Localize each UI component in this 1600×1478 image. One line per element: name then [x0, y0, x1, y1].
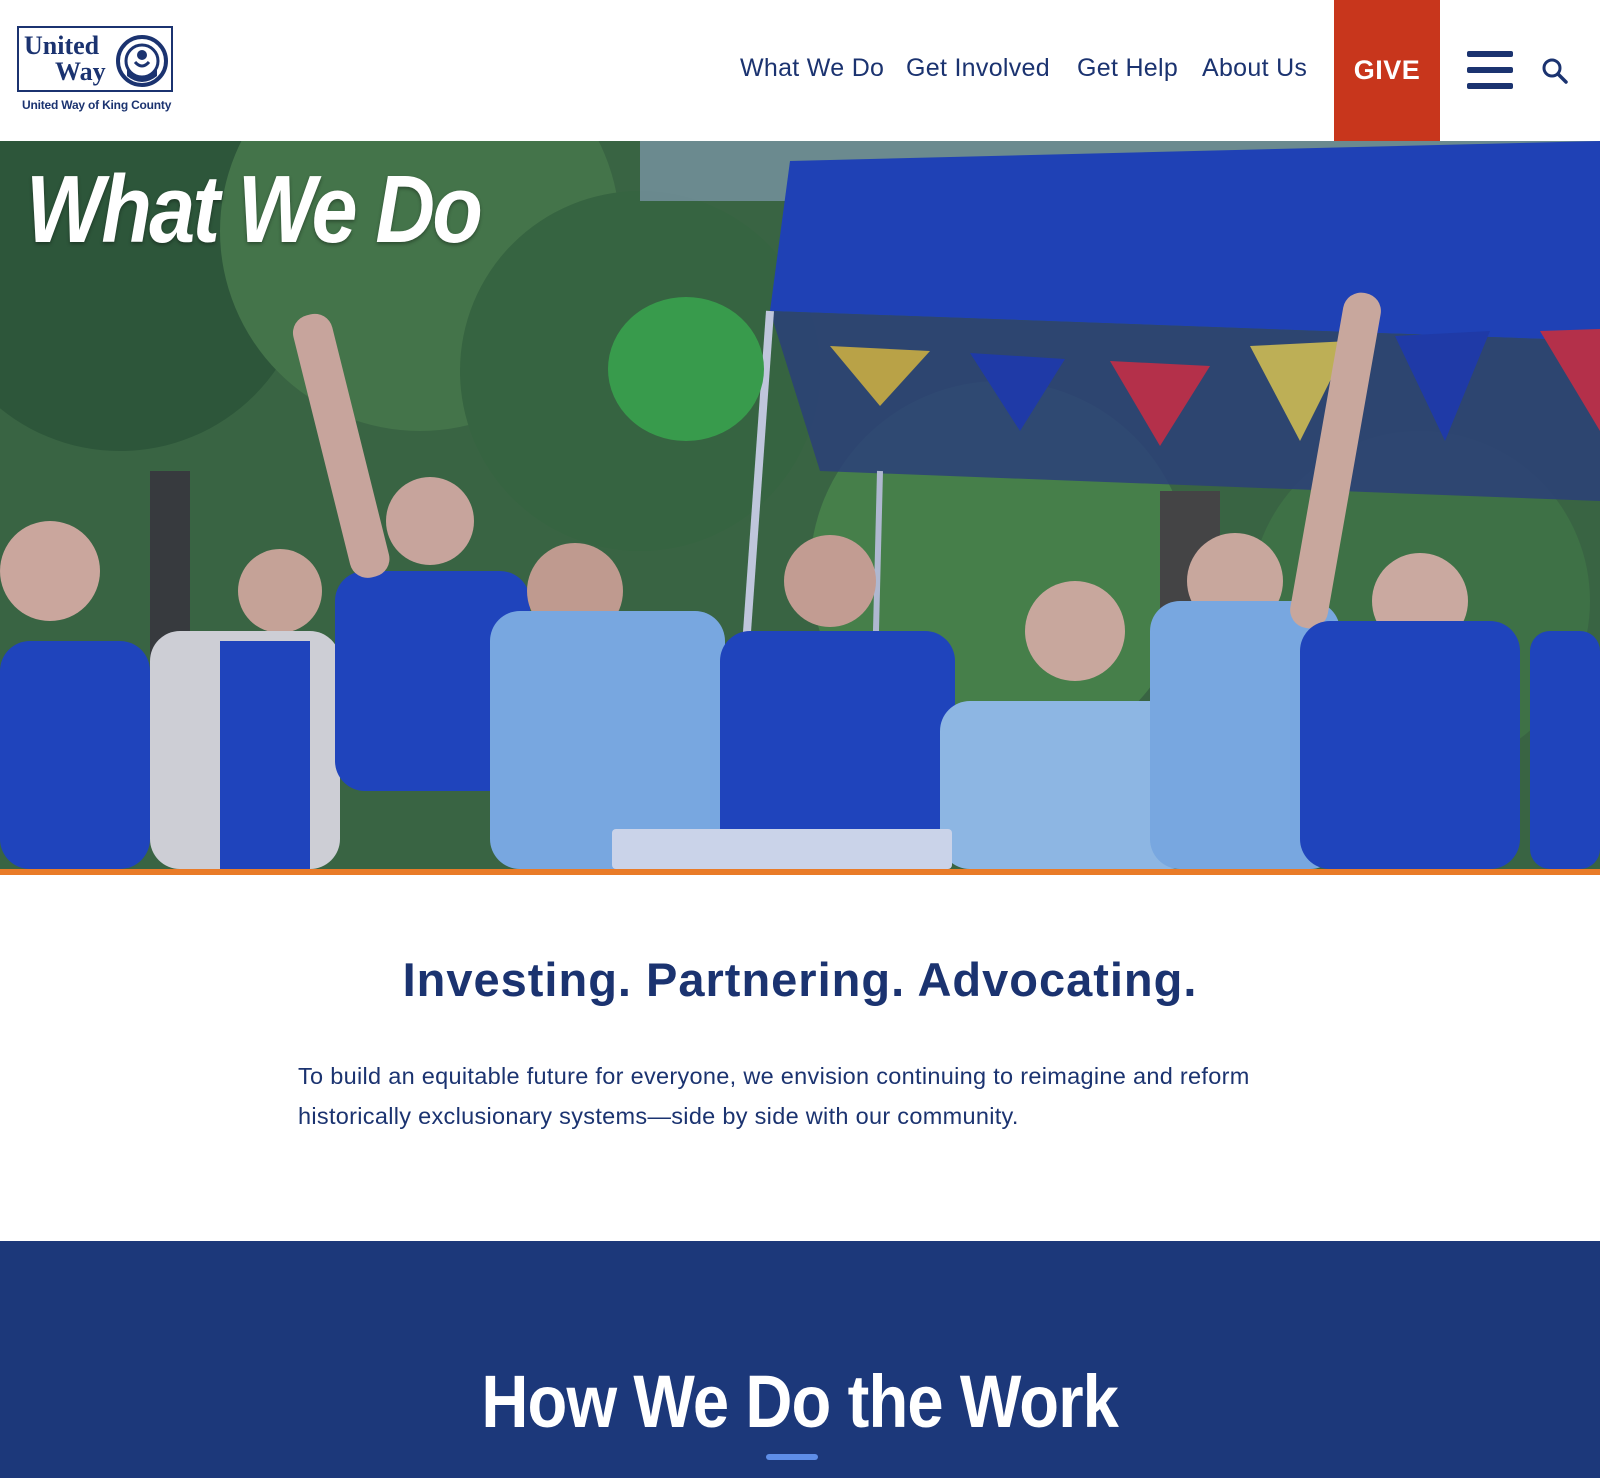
- logo-word-way: Way: [55, 57, 106, 86]
- work-section-heading: How We Do the Work: [0, 1359, 1600, 1444]
- hamburger-menu-icon[interactable]: [1467, 51, 1513, 91]
- intro-paragraph: To build an equitable future for everyon…: [298, 1063, 1250, 1129]
- site-header: United Way United Way of King County Wha…: [0, 0, 1600, 141]
- nav-what-we-do[interactable]: What We Do: [740, 54, 884, 83]
- nav-about-us[interactable]: About Us: [1202, 54, 1307, 83]
- page-title: What We Do: [26, 156, 483, 263]
- give-button[interactable]: GIVE: [1334, 0, 1440, 141]
- intro-heading: Investing. Partnering. Advocating.: [402, 953, 1198, 1006]
- logo-frame: United Way: [17, 26, 173, 92]
- how-we-do-the-work-section: How We Do the Work: [0, 1241, 1600, 1478]
- search-icon[interactable]: [1541, 57, 1569, 85]
- logo-word-united: United: [24, 31, 100, 60]
- hero-banner: What We Do: [0, 141, 1600, 869]
- united-way-logo[interactable]: United Way United Way of King County: [17, 26, 175, 116]
- helping-hand-emblem-icon: [116, 35, 168, 87]
- nav-get-involved[interactable]: Get Involved: [906, 54, 1050, 83]
- work-section-heading-text: How We Do the Work: [481, 1360, 1119, 1443]
- heading-accent-bar: [766, 1454, 818, 1460]
- nav-get-help[interactable]: Get Help: [1077, 54, 1178, 83]
- hero-orange-divider: [0, 869, 1600, 875]
- logo-subtitle: United Way of King County: [22, 98, 172, 112]
